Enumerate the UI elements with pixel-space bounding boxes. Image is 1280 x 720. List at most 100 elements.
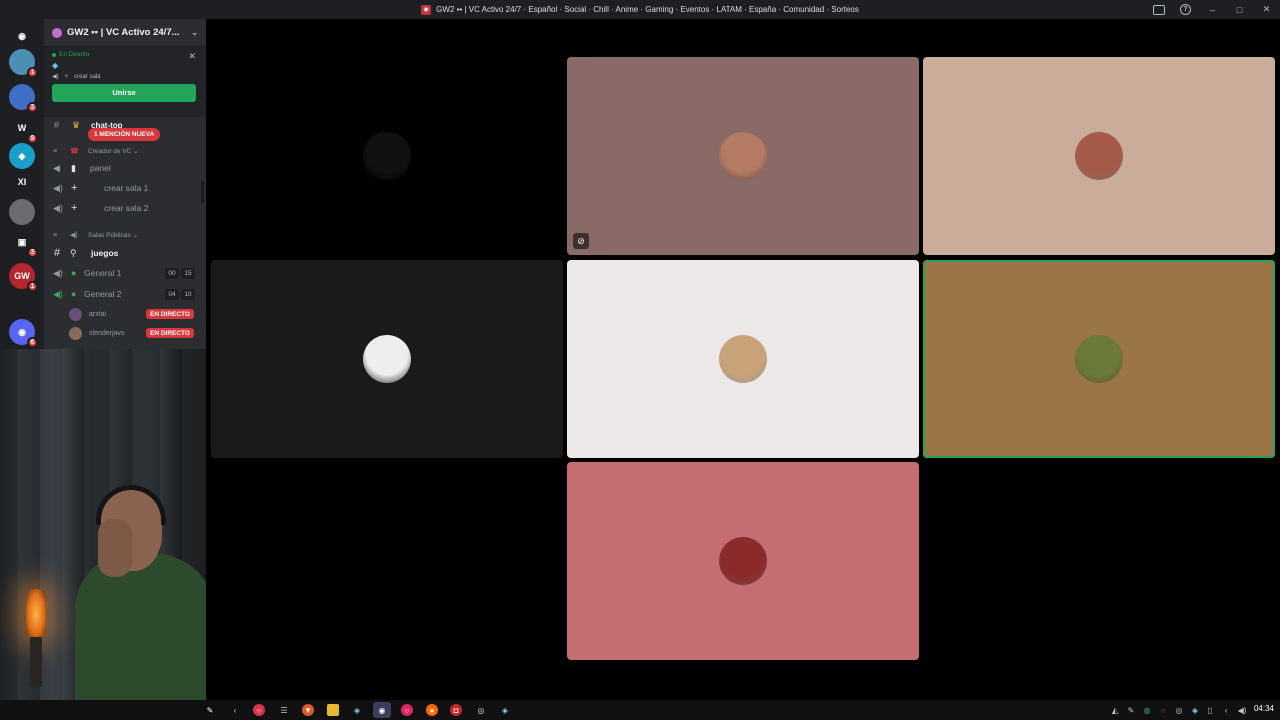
close-icon[interactable]: ✕ — [188, 51, 196, 62]
back-icon[interactable]: ‹ — [229, 704, 241, 716]
server-icon-server-3[interactable]: W9 — [9, 115, 38, 144]
taskbar: ✎ ‹ ○ ☰ ▼ ◈ ◉ ○ ● ◘ ◎ ◈ ◭ ✎ ◍ ○ ◎ ◈ ▯ ‹ … — [0, 700, 1280, 720]
server-glyph: ▣ — [17, 236, 27, 247]
server-name: GW2 ▪▪ | VC Activo 24/7... — [67, 27, 180, 38]
wifi-icon[interactable]: ◭ — [1110, 705, 1120, 715]
speaker-icon: ◀) — [52, 74, 59, 80]
server-header[interactable]: GW2 ▪▪ | VC Activo 24/7... ⌄ — [44, 19, 206, 47]
video-tile-2[interactable]: ⊘ — [567, 57, 919, 255]
server-icon-discord-home[interactable]: ◉ — [9, 23, 35, 49]
user-count: 04 — [165, 288, 179, 300]
minimize-button[interactable]: – — [1199, 0, 1226, 19]
server-glyph: ◆ — [18, 150, 26, 161]
chevron-left-icon[interactable]: ‹ — [1221, 705, 1231, 715]
category-public[interactable]: ≡ ◀) Salas Públicas ⌄ — [44, 226, 206, 244]
globe-icon: ● — [71, 268, 77, 278]
channel-crear-sala-2[interactable]: ◀) + crear sala 2 — [44, 199, 206, 217]
server-glyph: ◉ — [18, 326, 26, 337]
notification-badge: 3 — [27, 247, 38, 258]
server-icon — [52, 27, 62, 38]
channel-label: crear sala 1 — [104, 183, 149, 193]
voice-user-slenderjavs[interactable]: slenderjavs EN DIRECTO — [44, 324, 206, 342]
close-button[interactable]: ✕ — [1253, 0, 1280, 19]
speaker-icon: ◀) — [53, 182, 63, 193]
window-title: GW2 ▪▪ | VC Activo 24/7 · Español · Soci… — [436, 5, 859, 14]
steam-icon[interactable]: ◈ — [351, 704, 363, 716]
video-tile-4[interactable] — [211, 260, 563, 458]
opera-icon[interactable]: ○ — [1158, 705, 1168, 715]
window-titlebar: ◉ GW2 ▪▪ | VC Activo 24/7 · Español · So… — [0, 0, 1280, 19]
live-room-name: crear sala — [74, 73, 101, 80]
inbox-icon — [1152, 4, 1165, 15]
volume-icon[interactable]: ◀) — [1237, 705, 1247, 715]
video-tile-5[interactable] — [567, 260, 919, 458]
live-dot-icon — [52, 52, 56, 57]
server-icon-server-9[interactable]: ◉ 6 — [9, 319, 38, 348]
user-name: arxtai — [89, 310, 107, 318]
headset — [96, 485, 166, 525]
help-button[interactable]: ? — [1172, 0, 1199, 19]
live-banner: En Directo ✕ ◆ ◀) + crear sala Unirse — [44, 47, 206, 117]
window-controls: ? – □ ✕ — [1145, 0, 1280, 19]
app-icon[interactable]: ◘ — [450, 704, 462, 716]
channel-juegos[interactable]: # ⚲ juegos — [44, 244, 206, 262]
status-icon[interactable]: ◍ — [1142, 705, 1152, 715]
server-icon-server-7[interactable]: ▣ 3 — [9, 229, 38, 258]
megaphone-icon: ◀ — [53, 162, 60, 173]
server-rail: ◉ 1 3 W 9 ◆ XI ▣ 3 GW 1 ◉ 6 — [0, 19, 44, 349]
plus-icon: + — [71, 182, 78, 194]
brave-icon[interactable]: ▼ — [302, 704, 314, 716]
steam-icon[interactable]: ◈ — [1190, 705, 1200, 715]
inbox-button[interactable] — [1145, 0, 1172, 19]
video-tile-3[interactable] — [923, 57, 1275, 255]
maximize-button[interactable]: □ — [1226, 0, 1253, 19]
phone-icon: ☎ — [70, 148, 79, 155]
pen-icon[interactable]: ✎ — [1126, 705, 1136, 715]
server-icon-server-4[interactable]: ◆ — [9, 143, 35, 169]
obs-icon[interactable]: ◎ — [475, 704, 487, 716]
hash-icon: # — [54, 120, 60, 130]
server-icon-server-2[interactable]: 3 — [9, 84, 38, 113]
avatar — [69, 307, 82, 321]
folder-icon[interactable] — [327, 704, 339, 716]
user-count: 00 — [165, 267, 179, 279]
crown-icon: ♛ — [72, 119, 81, 130]
notification-badge: 1 — [27, 67, 38, 78]
channel-label: General 2 — [84, 289, 122, 299]
list-icon[interactable]: ☰ — [278, 704, 290, 716]
category-label: Creador de VC ⌄ — [88, 148, 139, 155]
battery-icon[interactable]: ▯ — [1205, 705, 1215, 715]
voice-user-arxtai[interactable]: arxtai EN DIRECTO — [44, 305, 206, 323]
channel-general-2[interactable]: ◀) ● General 2 04 10 — [44, 285, 206, 303]
category-vc-creator[interactable]: ≡ ☎ Creador de VC ⌄ — [44, 142, 206, 160]
app-icon[interactable]: ○ — [401, 704, 413, 716]
user-limit: 10 — [181, 288, 195, 300]
channel-panel-item[interactable]: ◀ ▮ panel — [44, 159, 206, 177]
server-icon-server-1[interactable]: 1 — [9, 49, 38, 78]
avatar — [719, 132, 767, 180]
server-icon-server-6[interactable] — [9, 199, 35, 225]
server-icon-server-8[interactable]: GW 1 — [9, 263, 38, 292]
notification-badge: 3 — [27, 102, 38, 113]
person-hand — [98, 519, 132, 577]
join-button[interactable]: Unirse — [52, 84, 196, 102]
mention-badge[interactable]: 1 MENCIÓN NUEVA — [88, 128, 161, 141]
window-title-group: ◉ GW2 ▪▪ | VC Activo 24/7 · Español · So… — [421, 4, 859, 15]
video-tile-1[interactable] — [211, 57, 563, 255]
channel-label: crear sala 2 — [104, 203, 149, 213]
steam-icon[interactable]: ◈ — [499, 704, 511, 716]
scrollbar[interactable] — [201, 181, 204, 203]
discord-taskbar-icon[interactable]: ◉ — [373, 702, 391, 718]
live-badge: EN DIRECTO — [146, 328, 194, 338]
channel-crear-sala-1[interactable]: ◀) + crear sala 1 — [44, 179, 206, 197]
server-glyph: XI — [17, 177, 27, 187]
firefox-icon[interactable]: ● — [426, 704, 438, 716]
server-icon-server-5[interactable]: XI — [9, 169, 35, 195]
video-tile-7[interactable] — [567, 462, 919, 660]
opera-icon[interactable]: ○ — [253, 704, 265, 716]
start-icon[interactable]: ✎ — [204, 704, 216, 716]
video-tile-6[interactable] — [923, 260, 1275, 458]
channel-general-1[interactable]: ◀) ● General 1 00 15 — [44, 264, 206, 282]
avatar — [719, 537, 767, 585]
obs-icon[interactable]: ◎ — [1174, 705, 1184, 715]
